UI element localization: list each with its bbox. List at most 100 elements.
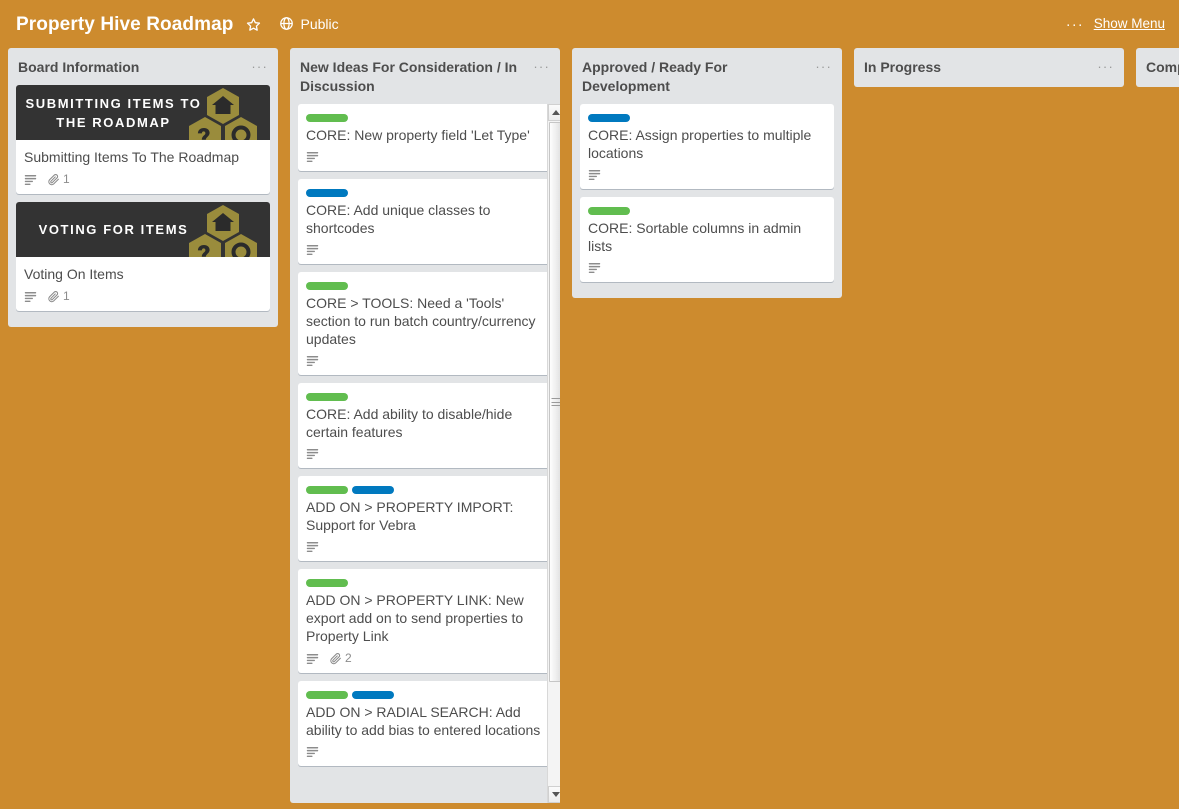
attachment-count: 2: [345, 651, 352, 665]
attachment-badge: 1: [47, 289, 76, 303]
card-badges: [306, 741, 548, 762]
card-badges: 2: [306, 647, 548, 669]
label-green[interactable]: [588, 207, 630, 215]
description-icon: [588, 261, 601, 274]
list-title[interactable]: Approved / Ready For Development: [582, 58, 815, 96]
card-title: ADD ON > PROPERTY IMPORT: Support for Ve…: [306, 499, 514, 533]
card-badges: [306, 443, 548, 464]
board-canvas: Board Information ··· SUBMITTING ITEMS TO …: [0, 48, 1179, 809]
card[interactable]: CORE > TOOLS: Need a 'Tools' section to …: [298, 272, 556, 375]
list-in-progress: In Progress ···: [854, 48, 1124, 87]
list-more-menu-icon[interactable]: ···: [251, 58, 270, 74]
attachment-count: 1: [63, 289, 70, 303]
list-title[interactable]: New Ideas For Consideration / In Discuss…: [300, 58, 533, 96]
list-more-menu-icon[interactable]: ···: [1097, 58, 1116, 74]
list-new-ideas-for-consideration-in-discussion: New Ideas For Consideration / In Discuss…: [290, 48, 560, 803]
card-cover-image: VOTING FOR ITEMS: [16, 202, 270, 257]
list-more-menu-icon[interactable]: ···: [533, 58, 552, 74]
card-labels: [306, 575, 548, 589]
list-title[interactable]: Completed: [1146, 58, 1179, 77]
list-header: Board Information ···: [8, 48, 278, 85]
list-cards: CORE: New property field 'Let Type' CORE…: [290, 104, 560, 803]
card-title: CORE: Add unique classes to shortcodes: [306, 202, 491, 236]
card-labels: [306, 278, 548, 292]
card[interactable]: CORE: Add unique classes to shortcodes: [298, 179, 556, 264]
attachment-count: 1: [63, 172, 70, 186]
card[interactable]: ADD ON > PROPERTY IMPORT: Support for Ve…: [298, 476, 556, 561]
scrollbar-thumb[interactable]: [549, 122, 560, 682]
list-title[interactable]: In Progress: [864, 58, 1097, 77]
label-blue[interactable]: [352, 691, 394, 699]
card-labels: [306, 389, 548, 403]
board-more-menu-icon[interactable]: ···: [1066, 17, 1084, 32]
card-cover-text: SUBMITTING ITEMS TO THE ROADMAP: [25, 95, 202, 130]
card-title: ADD ON > RADIAL SEARCH: Add ability to a…: [306, 704, 541, 738]
label-green[interactable]: [306, 282, 348, 290]
description-icon: [306, 150, 319, 163]
label-blue[interactable]: [306, 189, 348, 197]
globe-icon: [279, 16, 294, 33]
card[interactable]: CORE: Assign properties to multiple loca…: [580, 104, 834, 189]
card[interactable]: SUBMITTING ITEMS TO THE ROADMAP Submitti…: [16, 85, 270, 194]
label-blue[interactable]: [588, 114, 630, 122]
card-cover-image: SUBMITTING ITEMS TO THE ROADMAP: [16, 85, 270, 140]
list-more-menu-icon[interactable]: ···: [815, 58, 834, 74]
card[interactable]: ADD ON > PROPERTY LINK: New export add o…: [298, 569, 556, 673]
list-scrollbar[interactable]: [547, 104, 560, 803]
description-badge: [588, 261, 607, 274]
visibility-label: Public: [300, 16, 339, 32]
list-cards: CORE: Assign properties to multiple loca…: [572, 104, 842, 298]
card[interactable]: CORE: Sortable columns in admin lists: [580, 197, 834, 282]
board-header: Property Hive Roadmap Public ··· Show Me…: [0, 0, 1179, 48]
card-labels: [306, 110, 548, 124]
description-icon: [24, 173, 37, 186]
card-title: Voting On Items: [24, 266, 124, 282]
card-labels: [306, 687, 548, 701]
card-title: CORE: Sortable columns in admin lists: [588, 220, 802, 254]
list-header: New Ideas For Consideration / In Discuss…: [290, 48, 560, 104]
description-icon: [24, 290, 37, 303]
label-green[interactable]: [306, 579, 348, 587]
card-body: Voting On Items 1: [16, 257, 270, 311]
card[interactable]: VOTING FOR ITEMS Voting On Items 1: [16, 202, 270, 311]
description-icon: [588, 168, 601, 181]
card-body: ADD ON > PROPERTY LINK: New export add o…: [298, 569, 556, 673]
label-green[interactable]: [306, 486, 348, 494]
card-body: CORE: Sortable columns in admin lists: [580, 197, 834, 282]
description-icon: [306, 447, 319, 460]
card-title: CORE: New property field 'Let Type': [306, 127, 530, 143]
description-badge: [306, 150, 325, 163]
scroll-up-arrow-icon[interactable]: [548, 104, 560, 121]
card-body: CORE: Add unique classes to shortcodes: [298, 179, 556, 264]
attachment-icon: [329, 652, 342, 665]
card-body: ADD ON > RADIAL SEARCH: Add ability to a…: [298, 681, 556, 766]
card-badges: [588, 257, 826, 278]
list-header: In Progress ···: [854, 48, 1124, 85]
label-blue[interactable]: [352, 486, 394, 494]
list-header: Completed···: [1136, 48, 1179, 85]
label-green[interactable]: [306, 691, 348, 699]
label-green[interactable]: [306, 393, 348, 401]
description-badge: [306, 354, 325, 367]
star-icon[interactable]: [240, 11, 267, 37]
card[interactable]: CORE: Add ability to disable/hide certai…: [298, 383, 556, 468]
attachment-icon: [47, 173, 60, 186]
board-visibility-button[interactable]: Public: [273, 11, 345, 37]
list-title[interactable]: Board Information: [18, 58, 251, 77]
card-badges: [306, 239, 548, 260]
card-title: ADD ON > PROPERTY LINK: New export add o…: [306, 592, 524, 644]
description-badge: [306, 745, 325, 758]
card-labels: [588, 110, 826, 124]
scroll-down-arrow-icon[interactable]: [548, 786, 560, 803]
card[interactable]: ADD ON > RADIAL SEARCH: Add ability to a…: [298, 681, 556, 766]
card-body: CORE: New property field 'Let Type': [298, 104, 556, 171]
list-completed: Completed···: [1136, 48, 1179, 87]
card-badges: 1: [24, 168, 262, 190]
card-body: ADD ON > PROPERTY IMPORT: Support for Ve…: [298, 476, 556, 561]
description-badge: [306, 652, 325, 665]
description-badge: [306, 243, 325, 256]
card-badges: [306, 350, 548, 371]
show-menu-link[interactable]: Show Menu: [1094, 17, 1165, 31]
card[interactable]: CORE: New property field 'Let Type': [298, 104, 556, 171]
label-green[interactable]: [306, 114, 348, 122]
